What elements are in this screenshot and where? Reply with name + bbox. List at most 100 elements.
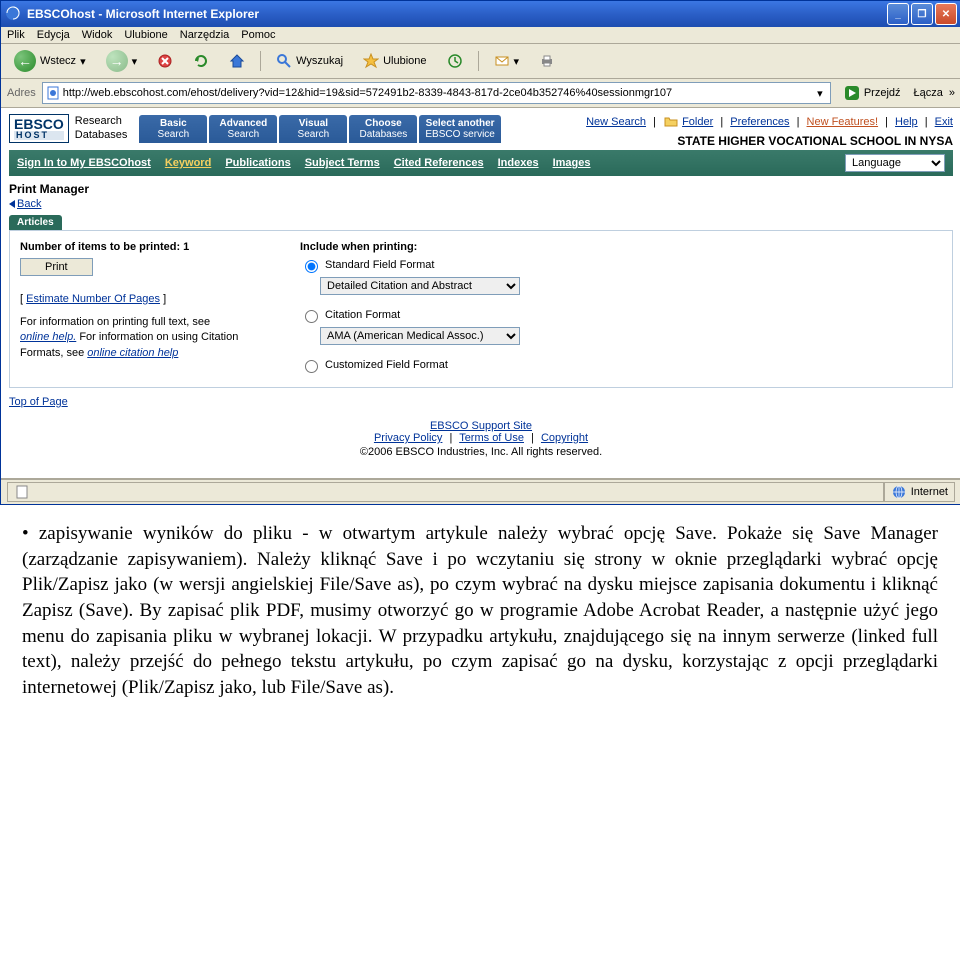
favorites-button[interactable]: Ulubione <box>356 50 433 72</box>
print-button[interactable]: Print <box>20 258 93 276</box>
radio-standard-format[interactable] <box>305 260 318 273</box>
tab-choose-databases[interactable]: ChooseDatabases <box>349 115 417 143</box>
forward-button[interactable]: → ▾ <box>99 47 145 75</box>
star-icon <box>363 53 379 69</box>
logo-desc-1: Research <box>75 115 122 127</box>
window-buttons: _ ❐ ✕ <box>887 3 957 25</box>
tab-advanced-search[interactable]: AdvancedSearch <box>209 115 277 143</box>
select-standard-format[interactable]: Detailed Citation and Abstract <box>320 277 520 295</box>
forward-arrow-icon: → <box>106 50 128 72</box>
include-column: Include when printing: Standard Field Fo… <box>300 241 520 377</box>
links-chevron-icon[interactable]: » <box>949 87 955 99</box>
link-new-features[interactable]: New Features! <box>807 116 879 128</box>
toolbar-separator <box>260 51 261 71</box>
menu-tools[interactable]: Narzędzia <box>180 29 230 41</box>
menubar: Plik Edycja Widok Ulubione Narzędzia Pom… <box>1 27 960 44</box>
link-images[interactable]: Images <box>553 157 591 169</box>
maximize-button[interactable]: ❐ <box>911 3 933 25</box>
go-label: Przejdź <box>864 87 901 99</box>
link-publications[interactable]: Publications <box>225 157 290 169</box>
back-triangle-icon <box>9 200 15 208</box>
link-terms[interactable]: Terms of Use <box>459 432 524 444</box>
link-help[interactable]: Help <box>895 116 918 128</box>
help-text-1: For information on printing full text, s… <box>20 316 210 328</box>
articles-panel: Number of items to be printed: 1 Print [… <box>9 230 953 388</box>
close-button[interactable]: ✕ <box>935 3 957 25</box>
refresh-button[interactable] <box>186 50 216 72</box>
back-link-label: Back <box>17 198 41 210</box>
address-dropdown-icon[interactable]: ▾ <box>812 87 828 100</box>
status-zone: Internet <box>884 482 955 502</box>
link-privacy[interactable]: Privacy Policy <box>374 432 442 444</box>
tab-basic-search[interactable]: BasicSearch <box>139 115 207 143</box>
link-exit[interactable]: Exit <box>935 116 953 128</box>
include-label: Include when printing: <box>300 241 417 253</box>
opt-custom-label: Customized Field Format <box>325 359 448 371</box>
url-input[interactable] <box>61 86 812 100</box>
minimize-button[interactable]: _ <box>887 3 909 25</box>
address-field[interactable]: ▾ <box>42 82 831 104</box>
stop-button[interactable] <box>150 50 180 72</box>
menu-view[interactable]: Widok <box>82 29 113 41</box>
print-manager-title: Print Manager <box>9 182 953 196</box>
folder-icon <box>663 114 679 130</box>
radio-custom-format[interactable] <box>305 360 318 373</box>
link-folder[interactable]: Folder <box>682 116 713 128</box>
ebsco-logo[interactable]: EBSCO HOST <box>9 114 69 143</box>
back-arrow-icon: ← <box>14 50 36 72</box>
footer-copyright-text: ©2006 EBSCO Industries, Inc. All rights … <box>9 446 953 458</box>
menu-file[interactable]: Plik <box>7 29 25 41</box>
org-name: STATE HIGHER VOCATIONAL SCHOOL IN NYSA <box>586 134 953 148</box>
menu-edit[interactable]: Edycja <box>37 29 70 41</box>
mail-icon <box>494 53 510 69</box>
link-support-site[interactable]: EBSCO Support Site <box>430 420 532 432</box>
language-dropdown[interactable]: Language <box>845 154 945 172</box>
home-button[interactable] <box>222 50 252 72</box>
page-icon <box>45 85 61 101</box>
link-indexes[interactable]: Indexes <box>498 157 539 169</box>
print-column: Number of items to be printed: 1 Print [… <box>20 241 240 377</box>
search-button[interactable]: Wyszukaj <box>269 50 350 72</box>
opt-citation-label: Citation Format <box>325 309 400 321</box>
tab-select-service[interactable]: Select anotherEBSCO service <box>419 115 500 143</box>
back-link[interactable]: Back <box>9 198 41 210</box>
tab-visual-search[interactable]: VisualSearch <box>279 115 347 143</box>
app-icon <box>5 5 21 24</box>
mail-button[interactable]: ▾ <box>487 50 527 72</box>
home-icon <box>229 53 245 69</box>
link-cited-refs[interactable]: Cited References <box>394 157 484 169</box>
globe-icon <box>891 484 907 500</box>
link-top-of-page[interactable]: Top of Page <box>9 396 68 408</box>
search-icon <box>276 53 292 69</box>
articles-tab[interactable]: Articles <box>9 215 62 230</box>
select-citation-format[interactable]: AMA (American Medical Assoc.) <box>320 327 520 345</box>
address-label: Adres <box>7 87 36 99</box>
link-citation-help[interactable]: online citation help <box>87 347 178 359</box>
status-left <box>7 482 884 502</box>
window-title: EBSCOhost - Microsoft Internet Explorer <box>27 7 259 21</box>
logo-bottom: HOST <box>14 131 64 140</box>
print-toolbar-button[interactable] <box>532 50 562 72</box>
done-icon <box>14 484 30 500</box>
addressbar: Adres ▾ Przejdź Łącza » <box>1 79 960 108</box>
refresh-icon <box>193 53 209 69</box>
link-keyword[interactable]: Keyword <box>165 157 211 169</box>
subnav-bar: Sign In to My EBSCOhost Keyword Publicat… <box>9 150 953 176</box>
search-label: Wyszukaj <box>296 55 343 67</box>
link-estimate-pages[interactable]: Estimate Number Of Pages <box>26 293 160 305</box>
link-copyright[interactable]: Copyright <box>541 432 588 444</box>
link-signin[interactable]: Sign In to My EBSCOhost <box>17 157 151 169</box>
link-new-search[interactable]: New Search <box>586 116 646 128</box>
links-label[interactable]: Łącza <box>914 87 943 99</box>
menu-help[interactable]: Pomoc <box>241 29 275 41</box>
go-button[interactable]: Przejdź <box>837 82 908 104</box>
forward-dropdown-icon: ▾ <box>132 55 138 68</box>
back-button[interactable]: ← Wstecz ▾ <box>7 47 93 75</box>
history-button[interactable] <box>440 50 470 72</box>
main-nav-tabs: BasicSearch AdvancedSearch VisualSearch … <box>139 115 500 143</box>
link-online-help[interactable]: online help. <box>20 331 76 343</box>
radio-citation-format[interactable] <box>305 310 318 323</box>
link-subject-terms[interactable]: Subject Terms <box>305 157 380 169</box>
link-preferences[interactable]: Preferences <box>730 116 789 128</box>
menu-favorites[interactable]: Ulubione <box>124 29 167 41</box>
